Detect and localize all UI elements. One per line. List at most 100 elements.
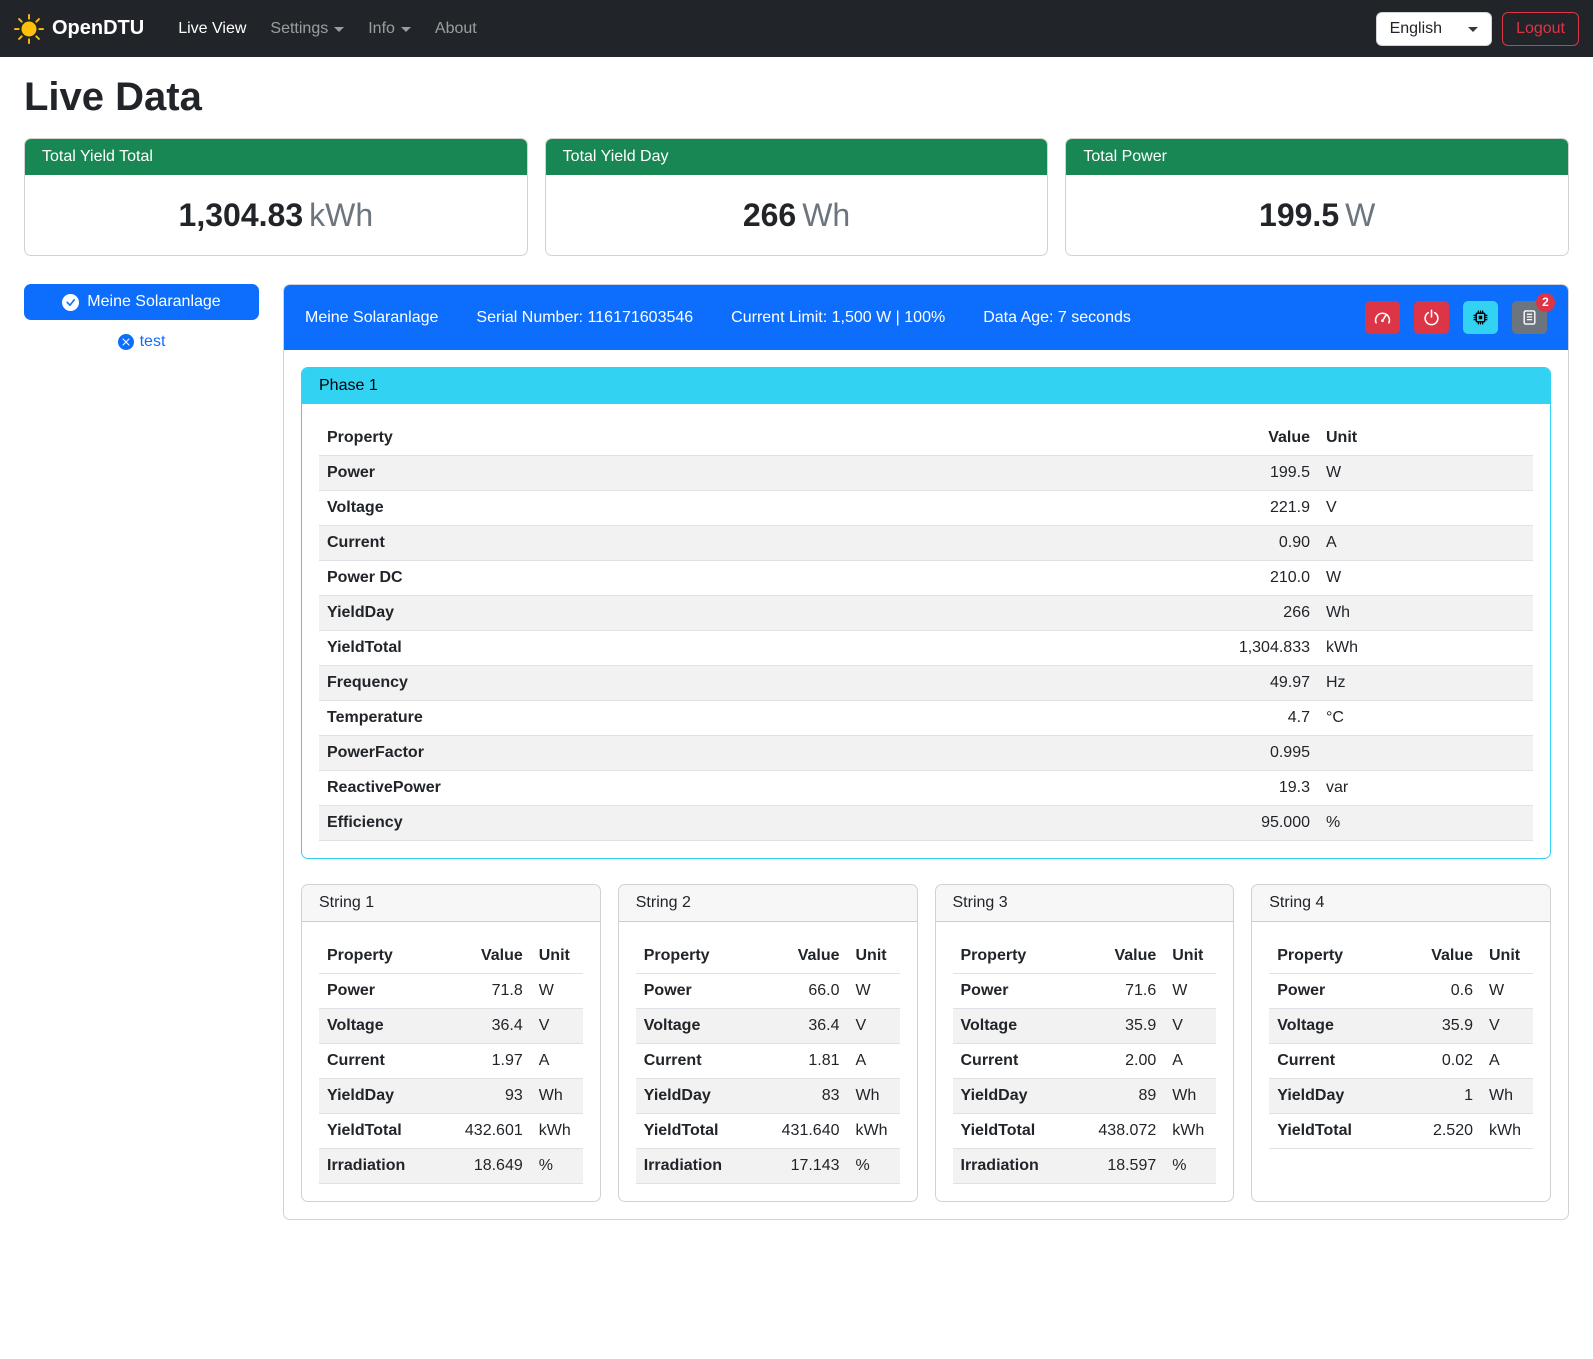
property-cell: Current [319,1044,457,1079]
header-unit: Unit [531,939,583,974]
unit-cell: % [848,1149,900,1184]
table-row: Current 1.81 A [636,1044,900,1079]
unit-cell: A [1164,1044,1216,1079]
table-row: Voltage 35.9 V [953,1009,1217,1044]
header-property: Property [953,939,1091,974]
header-unit: Unit [1318,421,1533,456]
string-table: Property Value Unit Power [319,939,583,1184]
brand-text: OpenDTU [52,17,144,40]
unit-cell: var [1318,771,1533,806]
table-row: Power DC 210.0 W [319,561,1533,596]
summary-value: 199.5 [1259,197,1339,233]
nav-item-settings[interactable]: Settings [260,12,354,46]
sidebar-test-link[interactable]: test [24,333,259,351]
language-select[interactable]: English [1376,12,1492,46]
summary-card-title: Total Power [1066,139,1568,175]
string-table: Property Value Unit Power [953,939,1217,1184]
summary-unit: kWh [309,197,373,233]
power-icon [1423,309,1440,326]
unit-cell: Wh [1318,596,1533,631]
string-title: String 4 [1252,885,1550,922]
table-row: Efficiency 95.000 % [319,806,1533,841]
nav-item-info[interactable]: Info [358,12,421,46]
summary-value: 266 [743,197,796,233]
summary-card: Total Power 199.5W [1065,138,1569,256]
header-property: Property [319,939,457,974]
summary-unit: Wh [802,197,850,233]
unit-cell: Wh [1481,1079,1533,1114]
table-row: Irradiation 17.143 % [636,1149,900,1184]
value-cell: 71.6 [1090,974,1164,1009]
unit-cell: V [1318,491,1533,526]
property-cell: Voltage [953,1009,1091,1044]
unit-cell: °C [1318,701,1533,736]
string-card: String 1 Property Value Unit [301,884,601,1202]
summary-unit: W [1345,197,1375,233]
unit-cell: Wh [848,1079,900,1114]
limit-settings-button[interactable] [1365,301,1400,334]
nav-item-live-view[interactable]: Live View [168,12,256,46]
unit-cell: kWh [848,1114,900,1149]
value-cell: 1 [1409,1079,1481,1114]
string-title: String 1 [302,885,600,922]
property-cell: YieldTotal [319,631,1188,666]
table-row: YieldDay 89 Wh [953,1079,1217,1114]
property-cell: Power [319,456,1188,491]
value-cell: 1,304.833 [1188,631,1318,666]
unit-cell: % [1318,806,1533,841]
value-cell: 266 [1188,596,1318,631]
table-row: Voltage 221.9 V [319,491,1533,526]
table-row: YieldTotal 1,304.833 kWh [319,631,1533,666]
value-cell: 93 [457,1079,531,1114]
summary-card-title: Total Yield Total [25,139,527,175]
unit-cell: W [1164,974,1216,1009]
table-row: YieldDay 83 Wh [636,1079,900,1114]
summary-card-title: Total Yield Day [546,139,1048,175]
inverter-body: Phase 1 Property Value Unit [284,350,1568,1219]
navbar-right: English Logout [1376,12,1579,46]
property-cell: Current [636,1044,774,1079]
value-cell: 0.02 [1409,1044,1481,1079]
power-button[interactable] [1414,301,1449,334]
check-circle-icon [62,294,79,311]
header-property: Property [319,421,1188,456]
value-cell: 35.9 [1409,1009,1481,1044]
property-cell: YieldDay [319,1079,457,1114]
string-table: Property Value Unit Power [1269,939,1533,1149]
property-cell: Power [636,974,774,1009]
strings-row: String 1 Property Value Unit [301,884,1551,1202]
value-cell: 71.8 [457,974,531,1009]
value-cell: 18.597 [1090,1149,1164,1184]
property-cell: Irradiation [953,1149,1091,1184]
property-cell: YieldDay [953,1079,1091,1114]
unit-cell [1318,736,1533,771]
sidebar-inverter-button[interactable]: Meine Solaranlage [24,284,259,320]
table-row: Frequency 49.97 Hz [319,666,1533,701]
table-row: Irradiation 18.597 % [953,1149,1217,1184]
nav-item-about[interactable]: About [425,12,487,46]
value-cell: 66.0 [774,974,848,1009]
device-info-button[interactable] [1463,301,1498,334]
phase-card: Phase 1 Property Value Unit [301,367,1551,859]
value-cell: 199.5 [1188,456,1318,491]
unit-cell: % [1164,1149,1216,1184]
language-value: English [1390,20,1442,38]
property-cell: YieldTotal [953,1114,1091,1149]
sidebar-inverter-label: Meine Solaranlage [87,293,220,311]
value-cell: 89 [1090,1079,1164,1114]
unit-cell: Wh [1164,1079,1216,1114]
header-value: Value [457,939,531,974]
table-row: Power 0.6 W [1269,974,1533,1009]
property-cell: Voltage [319,491,1188,526]
logout-button[interactable]: Logout [1502,12,1579,46]
brand[interactable]: OpenDTU [14,14,144,44]
summary-cards: Total Yield Total 1,304.83kWh Total Yiel… [24,138,1569,256]
string-card: String 4 Property Value Unit [1251,884,1551,1202]
value-cell: 431.640 [774,1114,848,1149]
property-cell: Current [953,1044,1091,1079]
string-title: String 3 [936,885,1234,922]
property-cell: Power [953,974,1091,1009]
event-log-button[interactable]: 2 [1512,301,1547,334]
value-cell: 35.9 [1090,1009,1164,1044]
table-row: ReactivePower 19.3 var [319,771,1533,806]
